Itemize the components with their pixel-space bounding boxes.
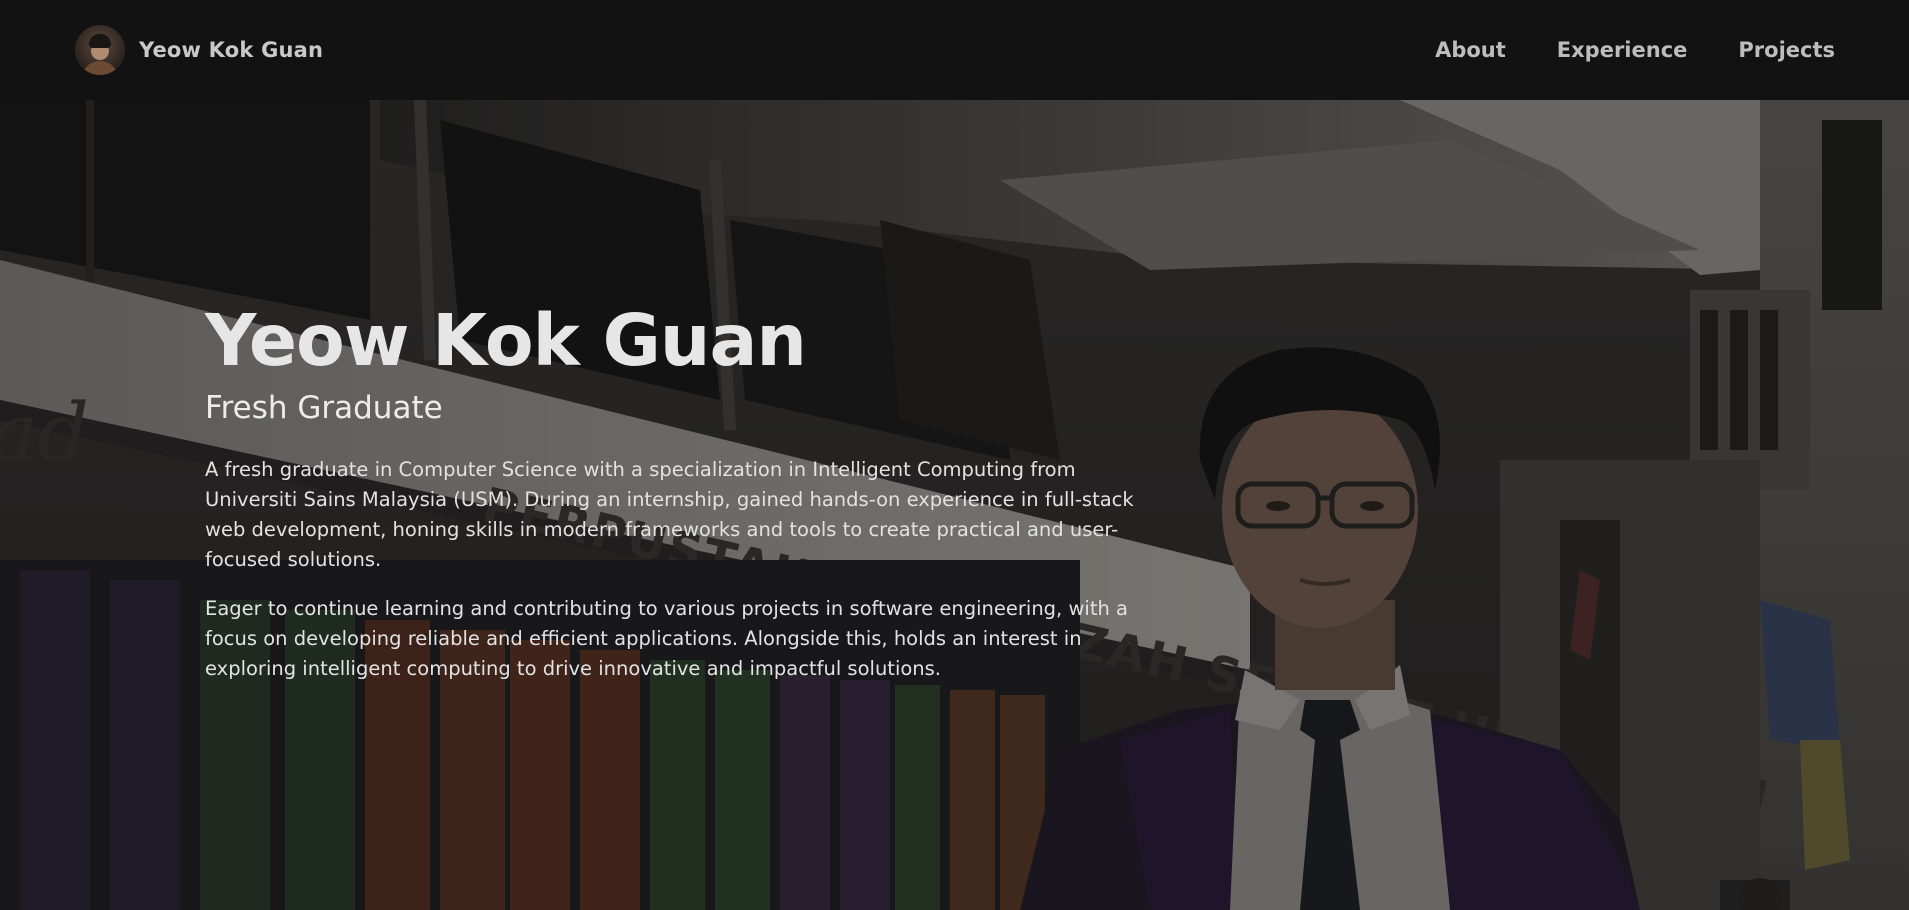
avatar bbox=[75, 25, 125, 75]
nav-link-projects[interactable]: Projects bbox=[1738, 38, 1835, 62]
hero-goals-paragraph: Eager to continue learning and contribut… bbox=[205, 597, 1128, 681]
hero-subtitle: Fresh Graduate bbox=[205, 390, 443, 427]
hero-content: Yeow Kok Guan Fresh Graduate A fresh gra… bbox=[205, 299, 1135, 684]
nav-links: About Experience Projects bbox=[1435, 38, 1835, 62]
hero-section: ad PERPUSTAKAAN HAMZAH SENDUT UNIVERSITI bbox=[0, 100, 1909, 910]
navbar: Yeow Kok Guan About Experience Projects bbox=[0, 0, 1909, 100]
brand-name: Yeow Kok Guan bbox=[139, 38, 324, 62]
hero-title: Yeow Kok Guan bbox=[205, 299, 807, 382]
hero-intro-paragraph: A fresh graduate in Computer Science wit… bbox=[205, 458, 1134, 572]
brand-link[interactable]: Yeow Kok Guan bbox=[75, 25, 323, 75]
nav-link-experience[interactable]: Experience bbox=[1557, 38, 1688, 62]
nav-link-about[interactable]: About bbox=[1435, 38, 1506, 62]
